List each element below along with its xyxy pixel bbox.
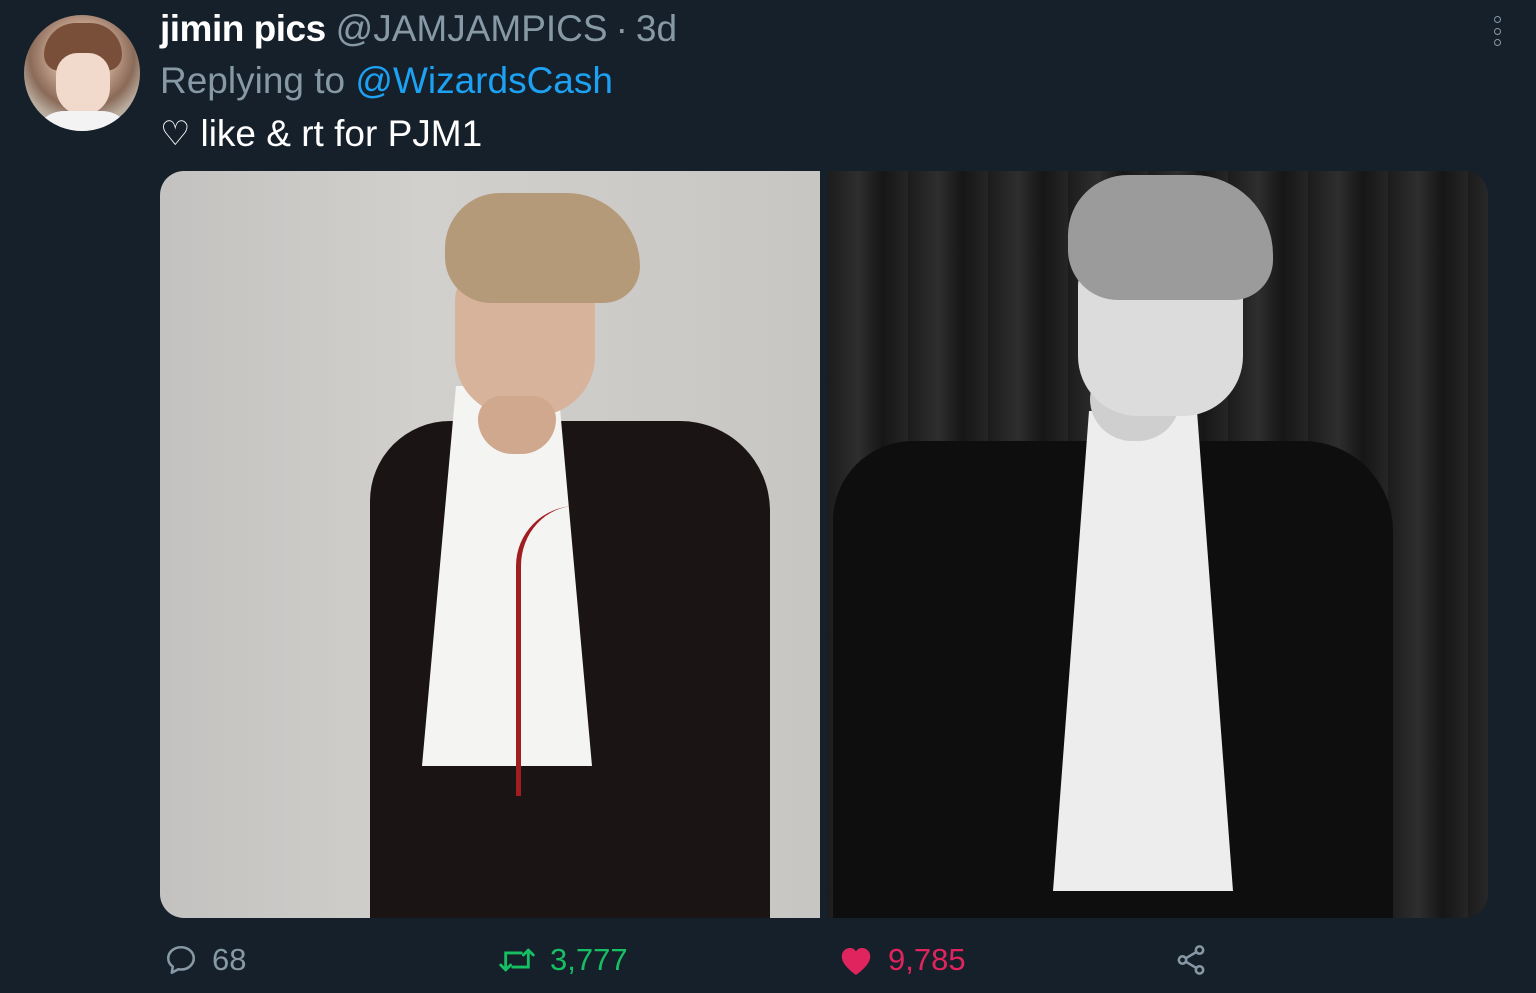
avatar[interactable]	[24, 15, 140, 131]
more-dot	[1493, 16, 1501, 23]
like-count: 9,785	[888, 942, 966, 977]
tweet-text-body: like & rt for PJM1	[200, 113, 483, 154]
heart-outline-icon: ♡	[160, 115, 191, 153]
more-dot	[1493, 39, 1501, 46]
author-handle[interactable]: @JAMJAMPICS	[336, 8, 608, 50]
photo-2[interactable]	[828, 171, 1488, 918]
separator-dot: ·	[615, 8, 628, 49]
tweet-timestamp[interactable]: 3d	[636, 8, 677, 50]
reply-button[interactable]: 68	[164, 936, 246, 984]
reply-icon	[164, 943, 198, 977]
retweet-button[interactable]: 3,777	[498, 936, 628, 984]
more-dot	[1493, 27, 1501, 35]
photo-1-jacket-trim	[516, 506, 581, 796]
avatar-shirt	[34, 111, 132, 131]
reply-count: 68	[212, 942, 247, 977]
photo-1-hair	[445, 193, 640, 303]
author-name[interactable]: jimin pics	[160, 8, 326, 50]
replying-to: Replying to @WizardsCash	[160, 60, 613, 102]
tweet-header: jimin pics @JAMJAMPICS · 3d	[160, 8, 677, 54]
photo-2-hair	[1068, 175, 1273, 300]
replying-to-label: Replying to	[160, 60, 346, 101]
more-options-icon[interactable]	[1488, 16, 1506, 46]
reply-mention-link[interactable]: @WizardsCash	[355, 60, 613, 101]
media-grid	[160, 171, 1488, 918]
tweet: jimin pics @JAMJAMPICS · 3d Replying to …	[0, 0, 1536, 993]
heart-icon	[838, 943, 874, 977]
action-bar: 68 3,777 9,785	[160, 936, 1260, 984]
like-button[interactable]: 9,785	[838, 936, 966, 984]
share-button[interactable]	[1174, 936, 1208, 984]
retweet-count: 3,777	[550, 942, 628, 977]
share-icon	[1174, 943, 1208, 977]
photo-1[interactable]	[160, 171, 820, 918]
retweet-icon	[498, 943, 536, 977]
tweet-text: ♡ like & rt for PJM1	[160, 113, 482, 155]
avatar-face	[56, 53, 110, 115]
